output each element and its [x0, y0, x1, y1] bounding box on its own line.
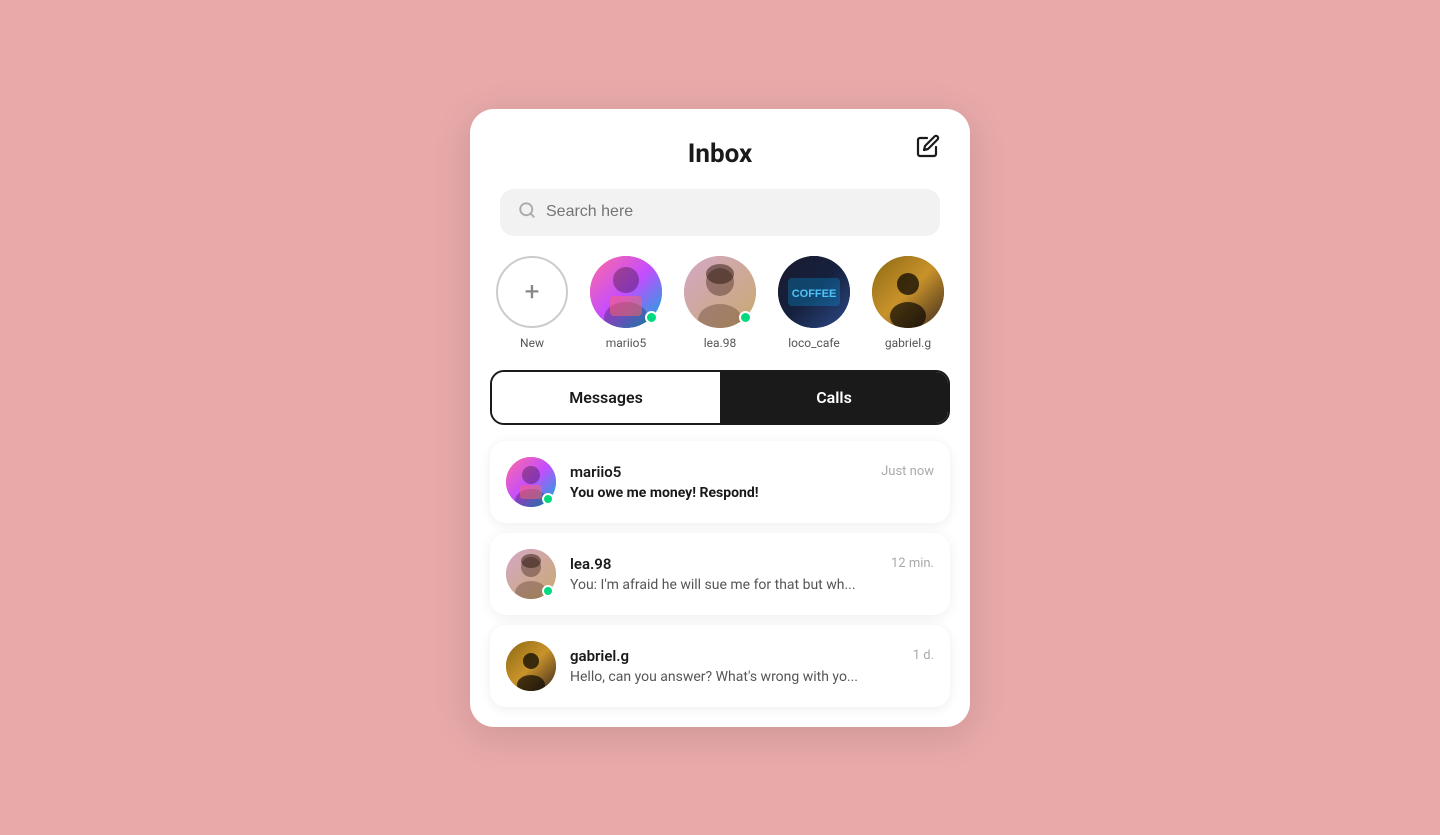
msg-preview-gabriel-g: Hello, can you answer? What's wrong with…	[570, 669, 934, 685]
story-name-mariio5: mariio5	[606, 336, 647, 350]
msg-header-gabriel-g: gabriel.g 1 d.	[570, 647, 934, 665]
inbox-card: Inbox + New	[470, 109, 970, 727]
tabs-section: Messages Calls	[490, 370, 950, 425]
msg-content-gabriel-g: gabriel.g 1 d. Hello, can you answer? Wh…	[570, 647, 934, 685]
msg-content-lea98: lea.98 12 min. You: I'm afraid he will s…	[570, 555, 934, 593]
msg-online-dot-lea98	[542, 585, 554, 597]
header: Inbox	[470, 109, 970, 189]
message-item-lea98[interactable]: lea.98 12 min. You: I'm afraid he will s…	[490, 533, 950, 615]
avatar-gabriel-g	[872, 256, 944, 328]
svg-text:COFFEE: COFFEE	[792, 288, 837, 300]
msg-header-lea98: lea.98 12 min.	[570, 555, 934, 573]
msg-online-dot-mariio5	[542, 493, 554, 505]
online-dot-mariio5	[645, 311, 658, 324]
msg-name-gabriel-g: gabriel.g	[570, 647, 629, 665]
search-icon	[518, 201, 536, 224]
tab-calls[interactable]: Calls	[720, 372, 948, 423]
story-item-new[interactable]: + New	[490, 256, 574, 350]
msg-preview-mariio5: You owe me money! Respond!	[570, 485, 934, 501]
stories-section: + New	[470, 256, 970, 370]
msg-header-mariio5: mariio5 Just now	[570, 463, 934, 481]
msg-time-gabriel-g: 1 d.	[913, 648, 934, 663]
story-item-lea98[interactable]: lea.98	[678, 256, 762, 350]
story-name-loco-cafe: loco_cafe	[788, 336, 840, 350]
msg-avatar-gabriel-g	[506, 641, 556, 691]
search-input[interactable]	[546, 203, 922, 221]
messages-list: mariio5 Just now You owe me money! Respo…	[470, 441, 970, 707]
msg-name-lea98: lea.98	[570, 555, 611, 573]
story-item-gabriel-g[interactable]: gabriel.g	[866, 256, 950, 350]
story-name-gabriel-g: gabriel.g	[885, 336, 931, 350]
message-item-mariio5[interactable]: mariio5 Just now You owe me money! Respo…	[490, 441, 950, 523]
new-avatar: +	[496, 256, 568, 328]
msg-name-mariio5: mariio5	[570, 463, 621, 481]
tab-messages[interactable]: Messages	[492, 372, 720, 423]
story-name-lea98: lea.98	[704, 336, 736, 350]
msg-avatar-wrapper-gabriel-g	[506, 641, 556, 691]
compose-icon[interactable]	[916, 134, 940, 164]
story-item-mariio5[interactable]: mariio5	[584, 256, 668, 350]
msg-time-lea98: 12 min.	[891, 556, 934, 571]
message-item-gabriel-g[interactable]: gabriel.g 1 d. Hello, can you answer? Wh…	[490, 625, 950, 707]
avatar-loco-cafe: COFFEE	[778, 256, 850, 328]
msg-preview-lea98: You: I'm afraid he will sue me for that …	[570, 577, 934, 593]
online-dot-lea98	[739, 311, 752, 324]
search-section	[470, 189, 970, 256]
story-item-loco-cafe[interactable]: COFFEE loco_cafe	[772, 256, 856, 350]
page-title: Inbox	[688, 139, 752, 169]
msg-avatar-wrapper-lea98	[506, 549, 556, 599]
story-name-new: New	[520, 336, 544, 350]
msg-avatar-wrapper-mariio5	[506, 457, 556, 507]
msg-content-mariio5: mariio5 Just now You owe me money! Respo…	[570, 463, 934, 501]
msg-time-mariio5: Just now	[881, 464, 934, 479]
search-bar	[500, 189, 940, 236]
